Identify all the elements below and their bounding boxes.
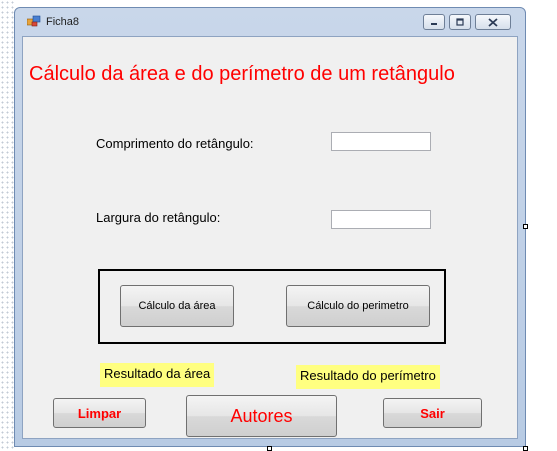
designer-background — [0, 0, 14, 451]
page-title: Cálculo da área e do perímetro de um ret… — [29, 63, 455, 85]
form-window[interactable]: Ficha8 Cálculo da área e do perímetro de… — [14, 7, 526, 447]
width-label: Largura do retângulo: — [96, 210, 221, 225]
exit-button[interactable]: Sair — [383, 398, 482, 428]
title-bar[interactable]: Ficha8 — [15, 8, 525, 36]
length-label: Comprimento do retângulo: — [96, 136, 254, 151]
area-button[interactable]: Cálculo da área — [120, 285, 234, 327]
width-input[interactable] — [331, 210, 431, 229]
authors-button[interactable]: Autores — [186, 395, 337, 437]
area-result-label: Resultado da área — [100, 363, 215, 387]
close-icon — [488, 17, 498, 27]
length-input[interactable] — [331, 132, 431, 151]
maximize-icon — [456, 18, 464, 26]
resize-handle-corner[interactable] — [523, 446, 528, 451]
maximize-button[interactable] — [449, 14, 471, 30]
resize-handle-bottom[interactable] — [267, 446, 272, 451]
app-icon — [27, 15, 41, 27]
clear-button[interactable]: Limpar — [53, 398, 146, 428]
resize-handle-right[interactable] — [523, 224, 528, 229]
close-button[interactable] — [475, 14, 511, 30]
minimize-button[interactable] — [423, 14, 445, 30]
minimize-icon — [431, 23, 437, 25]
form-client-area: Cálculo da área e do perímetro de um ret… — [22, 36, 518, 439]
perimeter-result-label: Resultado do perímetro — [296, 365, 440, 389]
perimeter-button[interactable]: Cálculo do perimetro — [286, 285, 430, 327]
window-title: Ficha8 — [46, 16, 80, 28]
